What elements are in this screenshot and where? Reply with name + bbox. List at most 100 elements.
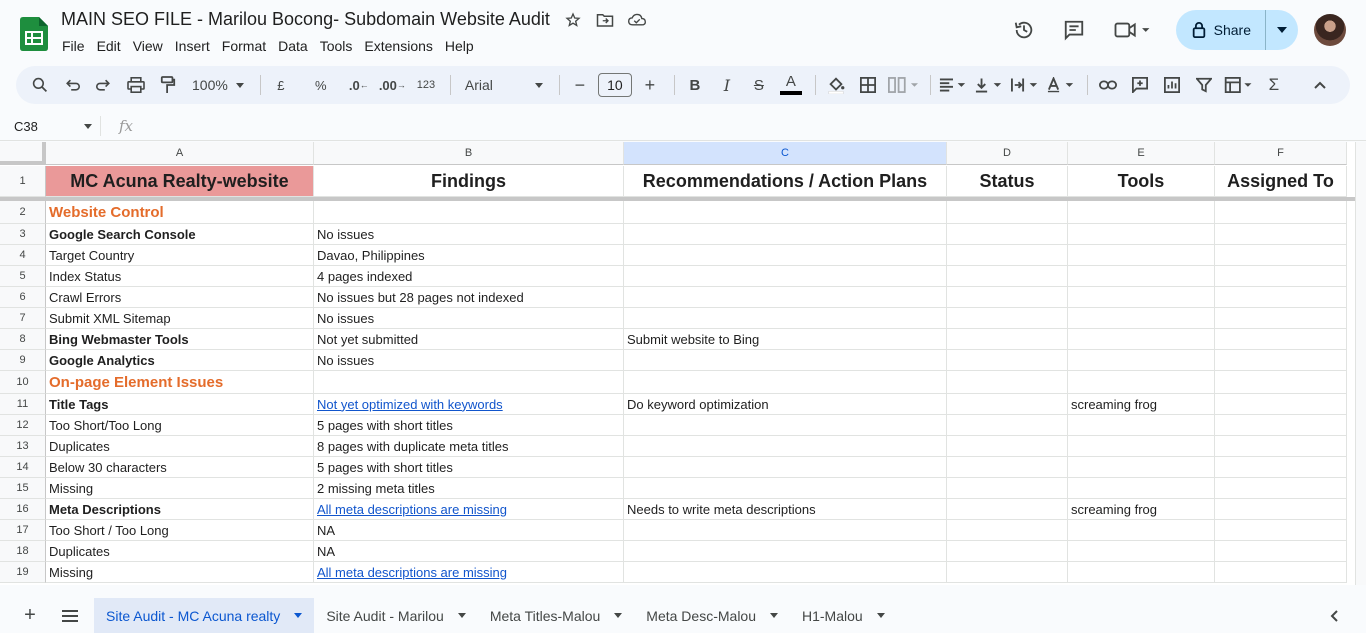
cell-tools[interactable] xyxy=(1068,287,1215,308)
menu-view[interactable]: View xyxy=(133,37,170,55)
cell-status[interactable] xyxy=(947,436,1068,457)
scroll-tabs-left-icon[interactable] xyxy=(1318,600,1350,632)
cell-findings[interactable]: No issues xyxy=(314,224,624,245)
cell-tools[interactable] xyxy=(1068,562,1215,583)
cell-mc-acuna[interactable]: On-page Element Issues xyxy=(46,371,314,394)
sheet-tab-site-audit-marilou[interactable]: Site Audit - Marilou xyxy=(314,598,478,633)
cell-recommendations[interactable] xyxy=(624,520,947,541)
cell-recommendations[interactable] xyxy=(624,350,947,371)
cell-assigned-to[interactable] xyxy=(1215,562,1347,583)
document-title[interactable]: MAIN SEO FILE - Marilou Bocong- Subdomai… xyxy=(61,9,550,30)
menu-edit[interactable]: Edit xyxy=(97,37,128,55)
cell-status[interactable] xyxy=(947,394,1068,415)
cell-tools[interactable]: screaming frog xyxy=(1068,499,1215,520)
sheet-tab-dropdown-icon[interactable] xyxy=(457,613,466,618)
row-header[interactable]: 13 xyxy=(0,436,46,457)
row-header[interactable]: 11 xyxy=(0,394,46,415)
column-header-e[interactable]: E xyxy=(1068,142,1215,165)
sheet-tab-dropdown-icon[interactable] xyxy=(614,613,623,618)
cell-assigned-to[interactable] xyxy=(1215,287,1347,308)
sheet-tab-meta-titles[interactable]: Meta Titles-Malou xyxy=(478,598,634,633)
increase-font-size-button[interactable]: + xyxy=(636,71,664,99)
header-cell-assigned-to[interactable]: Assigned To xyxy=(1215,166,1347,197)
increase-decimal-button[interactable]: .00 → xyxy=(377,71,408,99)
cell-status[interactable] xyxy=(947,457,1068,478)
borders-icon[interactable] xyxy=(854,71,882,99)
version-history-icon[interactable] xyxy=(1004,10,1044,50)
undo-icon[interactable] xyxy=(58,71,86,99)
cell-tools[interactable] xyxy=(1068,415,1215,436)
bold-button[interactable]: B xyxy=(681,71,709,99)
cell-mc-acuna[interactable]: Target Country xyxy=(46,245,314,266)
cell-findings[interactable]: Davao, Philippines xyxy=(314,245,624,266)
cell-assigned-to[interactable] xyxy=(1215,224,1347,245)
strikethrough-button[interactable]: S xyxy=(745,71,773,99)
move-folder-icon[interactable] xyxy=(596,11,614,29)
menu-file[interactable]: File xyxy=(62,37,92,55)
cell-status[interactable] xyxy=(947,329,1068,350)
cell-mc-acuna[interactable]: Meta Descriptions xyxy=(46,499,314,520)
cell-recommendations[interactable]: Submit website to Bing xyxy=(624,329,947,350)
cell-recommendations[interactable] xyxy=(624,371,947,394)
currency-format-button[interactable]: £ xyxy=(267,71,295,99)
row-header[interactable]: 12 xyxy=(0,415,46,436)
menu-format[interactable]: Format xyxy=(222,37,273,55)
cloud-saved-icon[interactable] xyxy=(627,11,646,29)
column-header-c[interactable]: C xyxy=(624,142,947,165)
zoom-select[interactable]: 100% xyxy=(186,71,250,99)
cell-tools[interactable] xyxy=(1068,541,1215,562)
sheet-tab-h1[interactable]: H1-Malou xyxy=(790,598,897,633)
text-wrapping-icon[interactable] xyxy=(1009,71,1041,99)
cell-assigned-to[interactable] xyxy=(1215,436,1347,457)
insert-link-icon[interactable] xyxy=(1094,71,1122,99)
star-icon[interactable] xyxy=(564,11,582,29)
cell-findings[interactable]: 5 pages with short titles xyxy=(314,457,624,478)
cell-recommendations[interactable]: Needs to write meta descriptions xyxy=(624,499,947,520)
cell-findings[interactable]: All meta descriptions are missing xyxy=(314,562,624,583)
horizontal-align-icon[interactable] xyxy=(937,71,969,99)
name-box[interactable]: C38 xyxy=(0,119,100,134)
avatar[interactable] xyxy=(1314,14,1346,46)
cell-findings[interactable]: 2 missing meta titles xyxy=(314,478,624,499)
cell-findings[interactable]: NA xyxy=(314,520,624,541)
menu-extensions[interactable]: Extensions xyxy=(364,37,439,55)
column-header-d[interactable]: D xyxy=(947,142,1068,165)
cell-mc-acuna[interactable]: Index Status xyxy=(46,266,314,287)
menu-data[interactable]: Data xyxy=(278,37,315,55)
cell-tools[interactable] xyxy=(1068,245,1215,266)
redo-icon[interactable] xyxy=(90,71,118,99)
column-header-a[interactable]: A xyxy=(46,142,314,165)
row-header[interactable]: 19 xyxy=(0,562,46,583)
menu-insert[interactable]: Insert xyxy=(175,37,217,55)
filter-views-icon[interactable] xyxy=(1222,71,1256,99)
merge-cells-icon[interactable] xyxy=(886,71,920,99)
sheet-tab-meta-desc[interactable]: Meta Desc-Malou xyxy=(634,598,790,633)
row-header[interactable]: 17 xyxy=(0,520,46,541)
cell-recommendations[interactable] xyxy=(624,266,947,287)
header-cell-mc-acuna[interactable]: MC Acuna Realty-website xyxy=(46,166,314,197)
cell-findings[interactable]: NA xyxy=(314,541,624,562)
cell-status[interactable] xyxy=(947,287,1068,308)
row-header[interactable]: 10 xyxy=(0,371,46,394)
cell-recommendations[interactable] xyxy=(624,541,947,562)
meet-video-icon[interactable] xyxy=(1104,10,1160,50)
text-color-button[interactable]: A xyxy=(777,71,805,99)
cell-status[interactable] xyxy=(947,415,1068,436)
cell-findings[interactable]: No issues xyxy=(314,308,624,329)
cell-status[interactable] xyxy=(947,266,1068,287)
cell-findings[interactable]: 4 pages indexed xyxy=(314,266,624,287)
functions-button[interactable]: Σ xyxy=(1260,71,1288,99)
header-cell-tools[interactable]: Tools xyxy=(1068,166,1215,197)
decrease-decimal-button[interactable]: .0 ← xyxy=(345,71,373,99)
percent-format-button[interactable]: % xyxy=(307,71,335,99)
cell-assigned-to[interactable] xyxy=(1215,245,1347,266)
cell-assigned-to[interactable] xyxy=(1215,541,1347,562)
cell-findings[interactable]: 5 pages with short titles xyxy=(314,415,624,436)
cell-findings[interactable]: No issues but 28 pages not indexed xyxy=(314,287,624,308)
cell-recommendations[interactable] xyxy=(624,201,947,224)
cell-recommendations[interactable] xyxy=(624,308,947,329)
frozen-row-divider[interactable] xyxy=(0,197,1355,201)
cell-tools[interactable] xyxy=(1068,478,1215,499)
cell-status[interactable] xyxy=(947,350,1068,371)
cell-assigned-to[interactable] xyxy=(1215,520,1347,541)
